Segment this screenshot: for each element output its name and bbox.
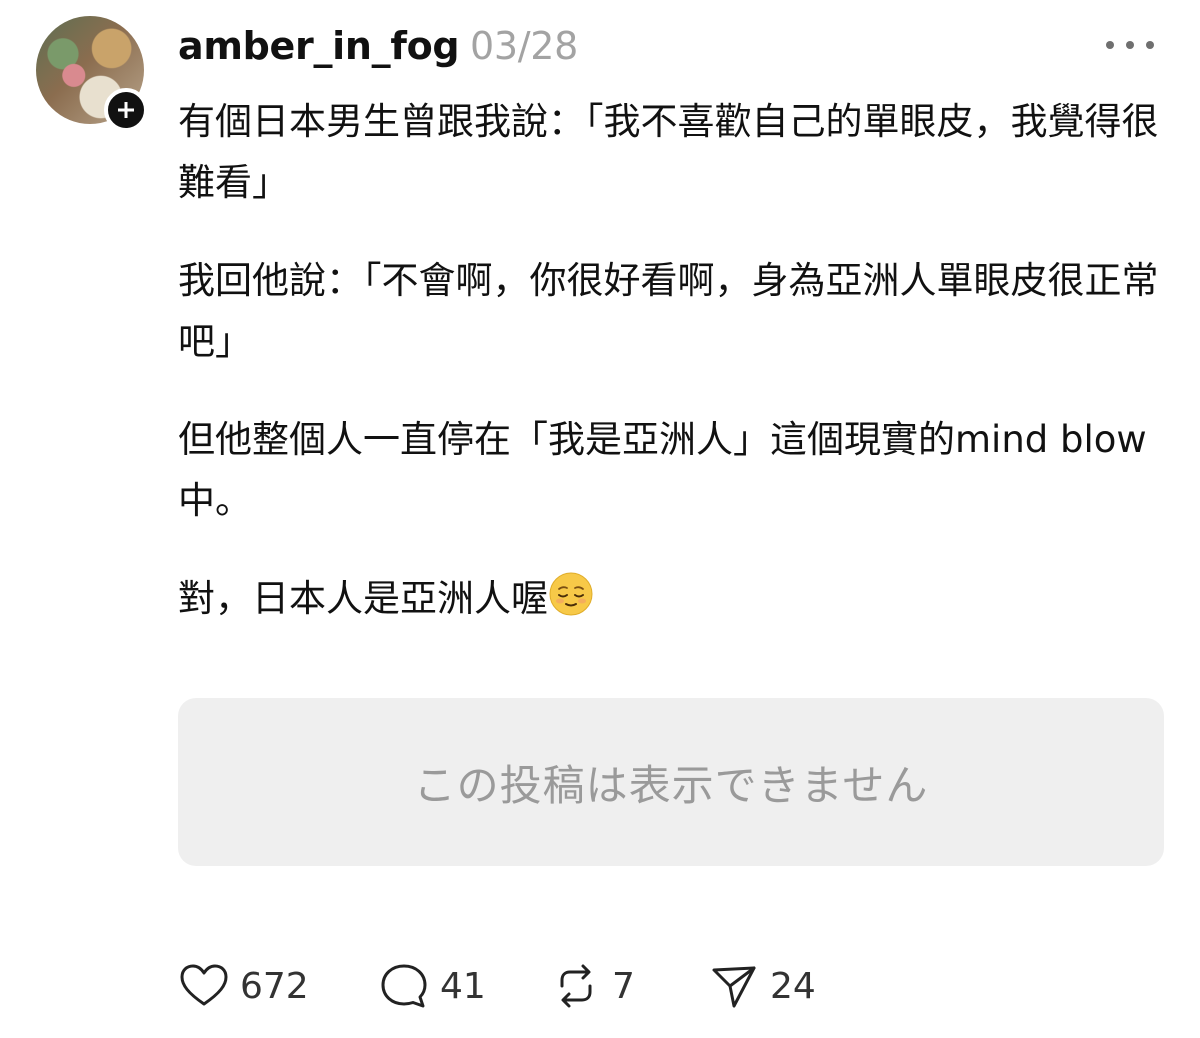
share-button[interactable]: 24 <box>708 958 816 1014</box>
send-icon <box>712 966 756 1008</box>
comment-button[interactable]: 41 <box>378 958 486 1014</box>
like-count: 672 <box>240 965 309 1007</box>
heart-icon <box>180 964 228 1006</box>
username[interactable]: amber_in_fog <box>178 22 460 70</box>
post-date: 03/28 <box>470 24 579 68</box>
post-paragraph-4-text: 對，日本人是亞洲人喔 <box>178 577 548 620</box>
post-paragraph-2: 我回他說：「不會啊，你很好看啊，身為亞洲人單眼皮很正常吧」 <box>178 259 1159 363</box>
post-paragraph-3: 但他整個人一直停在「我是亞洲人」這個現實的mind blow中。 <box>178 418 1147 522</box>
repost-count: 7 <box>612 965 635 1007</box>
repost-icon <box>560 964 592 1008</box>
post-paragraph-1: 有個日本男生曾跟我說：「我不喜歡自己的單眼皮，我覺得很難看」 <box>178 100 1159 204</box>
relieved-face-emoji <box>549 572 593 616</box>
post-paragraph-4: 對，日本人是亞洲人喔 <box>178 568 1168 629</box>
unavailable-message: この投稿は表示できません <box>413 760 929 810</box>
follow-button[interactable] <box>104 88 148 132</box>
share-count: 24 <box>770 965 816 1007</box>
unavailable-quoted-post[interactable]: この投稿は表示できません <box>178 698 1164 866</box>
comment-count: 41 <box>440 965 486 1007</box>
plus-icon <box>118 102 134 118</box>
comment-bubble-icon <box>381 964 427 1008</box>
repost-button[interactable]: 7 <box>550 958 635 1014</box>
more-dots-icon[interactable] <box>1106 30 1154 60</box>
like-button[interactable]: 672 <box>178 958 309 1014</box>
